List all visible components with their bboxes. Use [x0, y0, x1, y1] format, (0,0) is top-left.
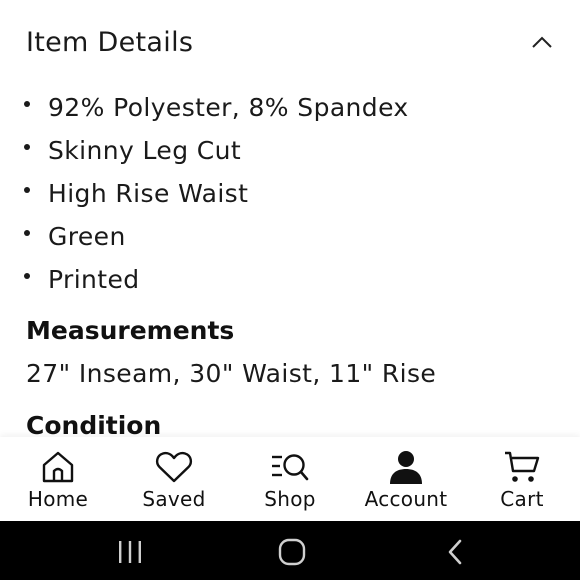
list-item: High Rise Waist — [24, 172, 409, 215]
list-item: Skinny Leg Cut — [24, 129, 409, 172]
chevron-up-icon[interactable] — [524, 24, 560, 60]
nav-item-shop[interactable]: Shop — [232, 437, 348, 521]
home-circle-icon[interactable] — [262, 535, 322, 569]
bullet — [24, 272, 30, 279]
nav-item-home[interactable]: Home — [0, 437, 116, 521]
list-item-text: Green — [48, 222, 126, 251]
list-item: 92% Polyester, 8% Spandex — [24, 86, 409, 129]
shop-search-icon — [270, 447, 310, 487]
bullet — [24, 100, 30, 107]
nav-label-cart: Cart — [500, 487, 544, 511]
bullet — [24, 229, 30, 236]
list-item-text: 92% Polyester, 8% Spandex — [48, 93, 409, 122]
item-details-list: 92% Polyester, 8% Spandex Skinny Leg Cut… — [24, 86, 409, 301]
nav-label-home: Home — [27, 487, 89, 511]
nav-label-shop: Shop — [264, 487, 316, 511]
nav-label-saved: Saved — [142, 487, 206, 511]
home-icon — [38, 447, 78, 487]
item-details-title: Item Details — [26, 26, 194, 58]
list-item-text: High Rise Waist — [48, 179, 249, 208]
list-item-text: Printed — [48, 265, 140, 294]
condition-heading: Condition — [26, 411, 162, 440]
bullet — [24, 186, 30, 193]
bullet — [24, 143, 30, 150]
nav-item-cart[interactable]: Cart — [464, 437, 580, 521]
back-icon[interactable] — [425, 535, 485, 569]
bottom-navigation: Home Saved Shop Account Cart — [0, 437, 580, 521]
nav-item-saved[interactable]: Saved — [116, 437, 232, 521]
nav-item-account[interactable]: Account — [348, 437, 464, 521]
list-item-text: Skinny Leg Cut — [48, 136, 242, 165]
item-details-header[interactable]: Item Details — [26, 20, 560, 64]
cart-icon — [502, 447, 542, 487]
nav-label-account: Account — [364, 487, 448, 511]
measurements-heading: Measurements — [26, 316, 235, 345]
measurements-text: 27" Inseam, 30" Waist, 11" Rise — [26, 359, 437, 388]
list-item: Green — [24, 215, 409, 258]
heart-icon — [154, 447, 194, 487]
list-item: Printed — [24, 258, 409, 301]
system-navigation-bar — [0, 521, 580, 580]
item-details-panel: Item Details 92% Polyester, 8% Spandex S… — [0, 0, 580, 440]
recent-apps-icon[interactable] — [100, 535, 160, 569]
person-icon — [386, 447, 426, 487]
